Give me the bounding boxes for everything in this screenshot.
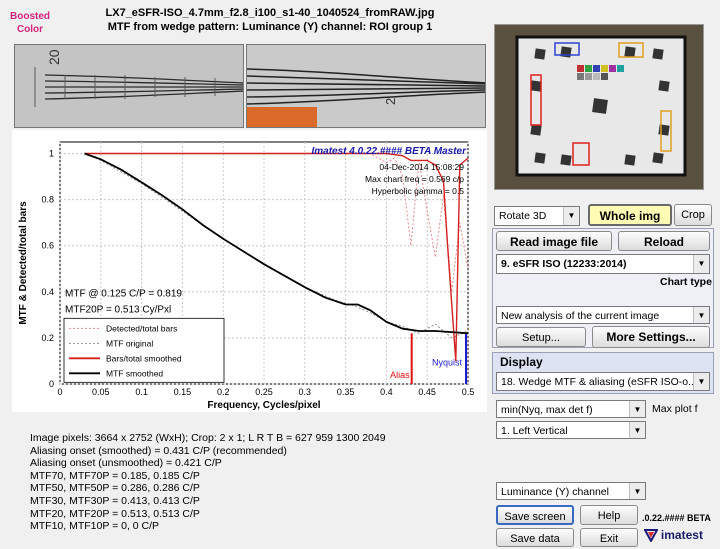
mtf-at-annotation: MTF @ 0.125 C/P = 0.819 [65, 288, 182, 299]
x-tick-label: 0.3 [299, 387, 312, 397]
save-screen-button[interactable]: Save screen [496, 505, 574, 525]
x-tick-label: 0.05 [92, 387, 110, 397]
y-tick-label: 0.4 [41, 287, 54, 297]
more-settings-button[interactable]: More Settings... [592, 326, 710, 348]
y-tick-label: 1 [49, 149, 54, 159]
x-tick-label: 0.2 [217, 387, 230, 397]
stat-line: Aliasing onset (unsmoothed) = 0.421 C/P [30, 457, 222, 470]
y-tick-label: 0 [49, 379, 54, 389]
max-plot-freq-value: min(Nyq, max det f) [501, 404, 593, 416]
x-tick-label: 0.5 [462, 387, 475, 397]
wedge-left-image: 20 [15, 45, 243, 127]
x-tick-label: 0.25 [255, 387, 273, 397]
results-text: Image pixels: 3664 x 2752 (WxH); Crop: 2… [30, 432, 490, 533]
chart-type-value: 9. eSFR ISO (12233:2014) [501, 258, 627, 270]
mtf-chart: 0 0.05 0.1 0.15 0.2 0.25 0.3 0.35 0.4 0.45 0.5 0 0.2… [18, 141, 475, 411]
whole-img-button[interactable]: Whole img [588, 204, 672, 226]
x-tick-label: 0.4 [380, 387, 393, 397]
mtf20p-annotation: MTF20P = 0.513 Cy/Pxl [65, 305, 171, 316]
max-plot-freq-label: Max plot f [652, 403, 698, 415]
roi-select[interactable]: 1. Left Vertical ▼ [496, 421, 646, 439]
y-axis-label: MTF & Detected/total bars [18, 201, 29, 325]
rotate-select[interactable]: Rotate 3D ▼ [494, 206, 580, 226]
legend-entry: Bars/total smoothed [106, 353, 182, 363]
setup-button[interactable]: Setup... [496, 327, 586, 347]
crop-right-tick-label: 2 [383, 98, 398, 105]
reload-button[interactable]: Reload [618, 231, 710, 251]
chevron-down-icon: ▼ [629, 483, 645, 499]
x-tick-label: 0 [57, 387, 62, 397]
x-tick-label: 0.15 [174, 387, 192, 397]
imatest-logo-icon [643, 529, 659, 544]
version-label: .0.22.#### BETA [642, 513, 711, 523]
save-data-button[interactable]: Save data [496, 528, 574, 547]
y-tick-label: 0.2 [41, 333, 54, 343]
max-freq-annotation: Max chart freq = 0.569 c/p [365, 174, 464, 184]
stat-line: MTF50, MTF50P = 0.286, 0.286 C/P [30, 482, 200, 495]
file-title: LX7_eSFR-ISO_4.7mm_f2.8_i100_s1-40_10405… [105, 7, 435, 19]
version-annotation: Imatest 4.0.22.#### BETA Master [311, 146, 467, 157]
channel-value: Luminance (Y) channel [501, 486, 609, 498]
legend-entry: MTF smoothed [106, 368, 163, 378]
color-text: Color [16, 24, 44, 35]
stat-line: MTF70, MTF70P = 0.185, 0.185 C/P [30, 469, 200, 482]
stat-line: Image pixels: 3664 x 2752 (WxH); Crop: 2… [30, 432, 386, 444]
stat-line: MTF10, MTF10P = 0, 0 C/P [30, 520, 160, 533]
crop-left-tick-label: 20 [46, 49, 62, 65]
legend-entry: Detected/total bars [106, 323, 177, 333]
help-button[interactable]: Help [580, 505, 638, 525]
chevron-down-icon: ▼ [629, 401, 645, 417]
y-tick-label: 0.8 [41, 195, 54, 205]
stat-line: MTF30, MTF30P = 0.413, 0.413 C/P [30, 494, 200, 507]
display-value: 18. Wedge MTF & aliasing (eSFR ISO-o... [501, 376, 697, 388]
mtf-subtitle: MTF from wedge pattern: Luminance (Y) ch… [107, 21, 433, 33]
read-image-file-button[interactable]: Read image file [496, 231, 612, 251]
x-tick-label: 0.45 [418, 387, 436, 397]
chart-type-select[interactable]: 9. eSFR ISO (12233:2014) ▼ [496, 254, 710, 274]
boosted-text: Boosted [10, 11, 50, 22]
chevron-down-icon: ▼ [629, 422, 645, 438]
wedge-crop-left: 20 [14, 44, 244, 128]
esfr-chart-image [495, 25, 703, 189]
wedge-crop-right: 2 [246, 44, 486, 128]
crop-button[interactable]: Crop [674, 204, 712, 226]
exit-button[interactable]: Exit [580, 528, 638, 547]
imatest-logo: imatest [643, 528, 703, 544]
y-tick-label: 0.6 [41, 241, 54, 251]
alias-label: Alias [390, 370, 410, 380]
chevron-down-icon: ▼ [693, 373, 709, 390]
page-title: LX7_eSFR-ISO_4.7mm_f2.8_i100_s1-40_10405… [70, 6, 470, 34]
channel-select[interactable]: Luminance (Y) channel ▼ [496, 482, 646, 500]
rotate-value: Rotate 3D [499, 210, 547, 222]
analysis-value: New analysis of the current image [501, 310, 660, 322]
x-tick-label: 0.35 [337, 387, 355, 397]
x-tick-label: 0.1 [135, 387, 148, 397]
boosted-color-label: Boosted Color [8, 10, 52, 36]
chart-type-label: Chart type [660, 276, 712, 288]
roi-value: 1. Left Vertical [501, 425, 568, 437]
chevron-down-icon: ▼ [693, 307, 709, 323]
display-label: Display [500, 355, 543, 369]
hyperbolic-annotation: Hyperbolic gamma = 0.5 [372, 186, 465, 196]
stat-line: MTF20, MTF20P = 0.513, 0.513 C/P [30, 507, 200, 520]
display-select[interactable]: 18. Wedge MTF & aliasing (eSFR ISO-o... ▼ [496, 372, 710, 391]
nyquist-label: Nyquist [432, 358, 463, 368]
imatest-brand-text: imatest [660, 528, 703, 542]
x-axis-label: Frequency, Cycles/pixel [207, 400, 320, 411]
mtf-plot-area: 0 0.05 0.1 0.15 0.2 0.25 0.3 0.35 0.4 0.45 0.5 0 0.2… [12, 130, 487, 412]
analysis-select[interactable]: New analysis of the current image ▼ [496, 306, 710, 324]
max-plot-freq-select[interactable]: min(Nyq, max det f) ▼ [496, 400, 646, 418]
legend-entry: MTF original [106, 338, 153, 348]
chevron-down-icon: ▼ [563, 207, 579, 225]
chart-thumbnail[interactable] [494, 24, 704, 190]
wedge-right-image: 2 [247, 45, 485, 127]
stat-line: Aliasing onset (smoothed) = 0.431 C/P (r… [30, 444, 287, 457]
date-annotation: 04-Dec-2014 15:08:29 [379, 162, 464, 172]
chevron-down-icon: ▼ [693, 255, 709, 273]
